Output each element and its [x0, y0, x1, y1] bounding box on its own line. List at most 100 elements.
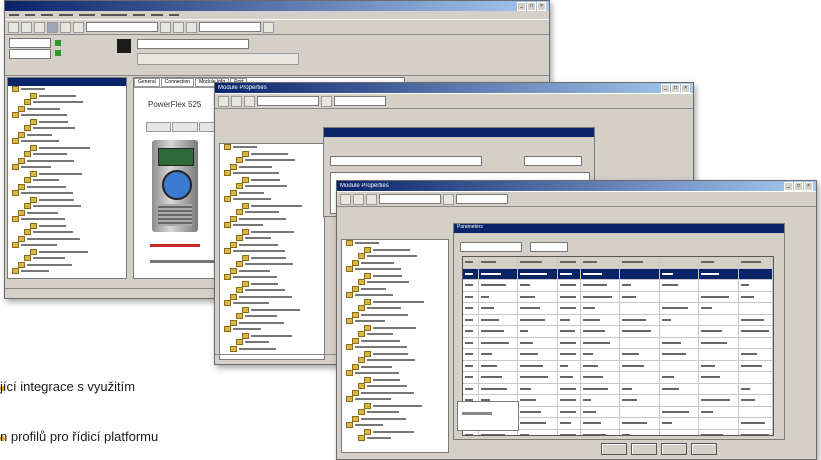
table-cell	[518, 337, 558, 348]
save-icon[interactable]	[34, 21, 45, 33]
path-combo[interactable]	[199, 22, 261, 32]
save-icon[interactable]	[366, 193, 377, 205]
table-row[interactable]	[463, 314, 773, 326]
cell-text	[559, 284, 576, 287]
browse-icon[interactable]	[263, 21, 274, 33]
table-cell	[463, 291, 479, 302]
tag-search-combo[interactable]	[379, 194, 441, 204]
table-cell	[699, 406, 739, 417]
folder-icon	[358, 357, 365, 364]
tree-node[interactable]	[220, 345, 324, 353]
menu-item-window[interactable]	[151, 14, 163, 16]
verify-icon[interactable]	[186, 21, 197, 33]
cell-text	[622, 364, 645, 367]
tree-node[interactable]	[8, 268, 126, 275]
main-toolbar	[337, 191, 816, 207]
new-icon[interactable]	[340, 193, 351, 205]
close-button[interactable]: ×	[681, 83, 690, 93]
tree-node-label	[355, 398, 391, 401]
table-row[interactable]	[463, 360, 773, 372]
copy-icon[interactable]	[60, 21, 71, 33]
maximize-button[interactable]: □	[671, 83, 680, 93]
menu-item-help[interactable]	[169, 14, 179, 16]
save-icon[interactable]	[244, 95, 255, 107]
minimize-button[interactable]: _	[784, 181, 793, 191]
help-button[interactable]	[691, 443, 717, 455]
cell-text	[582, 376, 603, 379]
tree-node-label	[245, 315, 277, 318]
apply-button[interactable]	[661, 443, 687, 455]
table-row[interactable]	[463, 337, 773, 349]
menu-item-tools[interactable]	[133, 14, 145, 16]
find-icon[interactable]	[321, 95, 332, 107]
table-row[interactable]	[463, 268, 773, 280]
wizard-button[interactable]	[172, 122, 198, 132]
tree-node-label	[373, 326, 416, 329]
group-select[interactable]	[460, 242, 522, 252]
revision-field[interactable]	[524, 156, 582, 166]
table-row[interactable]	[463, 303, 773, 315]
ok-button[interactable]	[601, 443, 627, 455]
table-cell	[699, 383, 739, 394]
table-row[interactable]	[463, 291, 773, 303]
cell-text	[559, 376, 573, 379]
tree-node-label	[39, 198, 74, 201]
path-field[interactable]	[137, 39, 249, 49]
path-combo[interactable]	[334, 96, 386, 106]
filter-select[interactable]	[530, 242, 568, 252]
cell-text	[520, 318, 546, 321]
tree-node[interactable]	[342, 435, 448, 442]
table-cell	[581, 372, 621, 383]
new-icon[interactable]	[8, 21, 19, 33]
overview-button[interactable]	[146, 122, 172, 132]
table-row[interactable]	[463, 372, 773, 384]
find-icon[interactable]	[443, 193, 454, 205]
table-row[interactable]	[463, 383, 773, 395]
minimize-button[interactable]: _	[517, 1, 526, 11]
open-icon[interactable]	[21, 21, 32, 33]
table-cell	[699, 429, 739, 435]
tree-node-label	[373, 248, 410, 251]
cell-text	[520, 307, 541, 310]
tag-search-combo[interactable]	[257, 96, 319, 106]
menu-item-communications[interactable]	[101, 14, 127, 16]
table-row[interactable]	[463, 280, 773, 292]
new-icon[interactable]	[218, 95, 229, 107]
tag-search-combo[interactable]	[86, 22, 158, 32]
name-field[interactable]	[330, 156, 482, 166]
menu-item-view[interactable]	[41, 14, 53, 16]
powerflex-drive-image	[152, 140, 198, 232]
cell-text	[622, 422, 648, 425]
cell-text	[520, 353, 539, 356]
close-button[interactable]: ×	[537, 1, 546, 11]
cell-text	[480, 284, 506, 287]
close-button[interactable]: ×	[804, 181, 813, 191]
menu-item-search[interactable]	[59, 14, 73, 16]
tab-connection[interactable]: Connection	[160, 78, 195, 87]
table-row[interactable]	[463, 326, 773, 338]
menu-item-edit[interactable]	[25, 14, 35, 16]
menu-item-file[interactable]	[9, 14, 19, 16]
open-icon[interactable]	[231, 95, 242, 107]
cell-text	[465, 295, 473, 298]
maximize-button[interactable]: □	[794, 181, 803, 191]
cancel-button[interactable]	[631, 443, 657, 455]
paste-icon[interactable]	[73, 21, 84, 33]
menu-item-logic[interactable]	[79, 14, 95, 16]
cell-text	[520, 284, 531, 287]
instruction-toolbar[interactable]	[137, 53, 299, 65]
cut-icon[interactable]	[47, 21, 58, 33]
table-cell	[739, 406, 773, 417]
maximize-button[interactable]: □	[527, 1, 536, 11]
minimize-button[interactable]: _	[661, 83, 670, 93]
folder-icon	[236, 339, 243, 346]
zoom-icon[interactable]	[173, 21, 184, 33]
tab-general[interactable]: General	[134, 78, 160, 87]
folder-icon	[364, 272, 371, 279]
cell-text	[661, 341, 681, 344]
table-row[interactable]	[463, 349, 773, 361]
path-combo[interactable]	[456, 194, 508, 204]
open-icon[interactable]	[353, 193, 364, 205]
find-icon[interactable]	[160, 21, 171, 33]
tree-node-label	[27, 185, 66, 188]
